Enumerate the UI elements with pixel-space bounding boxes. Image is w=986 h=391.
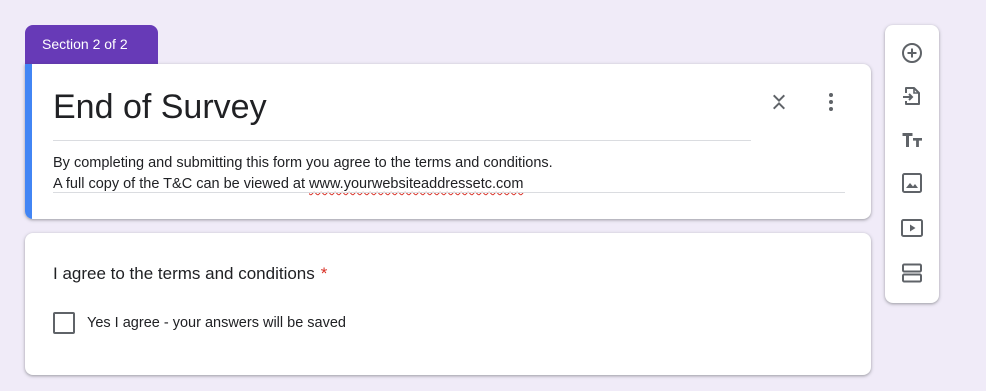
description-line-2-text: A full copy of the T&C can be viewed at (53, 176, 310, 192)
question-title: I agree to the terms and conditions * (53, 264, 327, 284)
title-divider (53, 140, 751, 141)
section-accent-bar (25, 64, 32, 219)
description-divider (53, 192, 845, 193)
checkbox[interactable] (53, 312, 75, 334)
floating-toolbar (885, 25, 939, 303)
checkbox-option[interactable]: Yes I agree - your answers will be saved (53, 312, 346, 334)
required-marker: * (320, 264, 328, 283)
section-tab-label: Section 2 of 2 (42, 36, 128, 52)
more-vert-icon[interactable] (819, 90, 843, 114)
description-line-1: By completing and submitting this form y… (53, 155, 553, 171)
collapse-icon[interactable] (767, 90, 791, 114)
add-image-icon[interactable] (900, 171, 924, 195)
add-section-icon[interactable] (900, 261, 924, 285)
add-title-icon[interactable] (900, 128, 924, 152)
add-video-icon[interactable] (900, 216, 924, 240)
checkbox-option-label: Yes I agree - your answers will be saved (87, 315, 346, 331)
question-title-text: I agree to the terms and conditions (53, 264, 315, 283)
description-url: www.yourwebsiteaddressetc.com (309, 176, 524, 192)
add-question-icon[interactable] (900, 41, 924, 65)
section-tab: Section 2 of 2 (25, 25, 158, 64)
section-header-card[interactable]: End of Survey By completing and submitti… (25, 64, 871, 219)
import-questions-icon[interactable] (900, 84, 924, 108)
section-title[interactable]: End of Survey (53, 88, 267, 127)
section-description[interactable]: By completing and submitting this form y… (53, 153, 553, 195)
question-card[interactable]: I agree to the terms and conditions * Yes… (25, 233, 871, 375)
